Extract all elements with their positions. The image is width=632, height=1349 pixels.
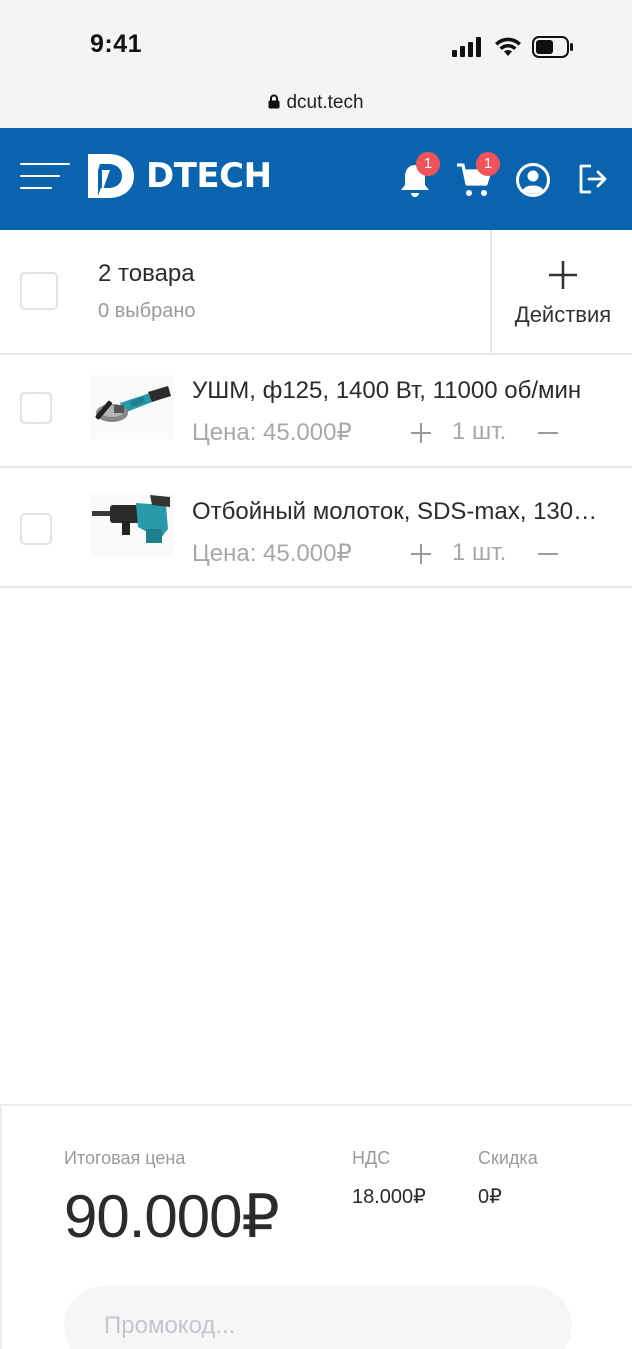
angle-grinder-image [90,375,174,439]
menu-line [20,175,60,177]
promo-code-input[interactable] [64,1286,572,1349]
item-checkbox[interactable] [20,513,52,545]
lock-icon [268,94,280,109]
user-circle-icon [516,163,550,197]
battery-icon [532,36,573,58]
address-bar[interactable]: dcut.tech [0,92,632,114]
status-icons [452,36,574,58]
cart-button[interactable]: 1 [456,152,500,203]
vat-label: НДС [352,1148,391,1168]
vat-value: 18.000₽ [352,1186,426,1208]
minus-icon[interactable] [537,422,559,444]
notifications-button[interactable]: 1 [398,152,440,203]
total-value: 90.000₽ [64,1183,280,1250]
cart-badge: 1 [476,152,500,176]
demolition-hammer-image [90,493,174,557]
logout-icon [579,164,607,194]
item-quantity: 1 шт. [452,539,507,566]
minus-icon[interactable] [537,543,559,565]
cart-item: Отбойный молоток, SDS-max, 1300 Вт Цена:… [0,468,632,588]
app-header: DTECH 1 1 [0,128,632,230]
items-count: 2 товара [98,260,195,287]
wifi-icon [495,37,521,56]
logo-mark-icon [88,154,134,198]
cart-item: УШМ, ф125, 1400 Вт, 11000 об/мин Цена: 4… [0,355,632,468]
total-label: Итоговая цена [64,1148,186,1168]
status-time: 9:41 [90,30,143,58]
notifications-badge: 1 [416,152,440,176]
signal-icon [452,37,481,57]
menu-line [20,187,52,189]
url-text: dcut.tech [286,92,364,113]
actions-label: Действия [514,302,612,327]
item-quantity: 1 шт. [452,418,507,445]
logo-text: DTECH [146,156,272,196]
status-bar: 9:41 dcut.tech [0,0,632,128]
cart-toolbar: 2 товара 0 выбрано Действия [0,230,632,355]
profile-button[interactable] [515,162,551,203]
menu-button[interactable] [20,160,70,190]
plus-icon[interactable] [410,422,432,444]
selected-count: 0 выбрано [98,300,196,322]
menu-line [20,163,70,165]
logo[interactable]: DTECH [88,154,272,198]
select-all-checkbox[interactable] [20,272,58,310]
item-price: Цена: 45.000₽ [192,419,352,446]
order-summary: Итоговая цена 90.000₽ НДС 18.000₽ Скидка… [0,1104,632,1349]
actions-button[interactable]: Действия [490,230,632,353]
plus-icon[interactable] [410,543,432,565]
discount-value: 0₽ [478,1186,502,1208]
discount-label: Скидка [478,1148,538,1168]
plus-icon [549,261,577,289]
item-title[interactable]: Отбойный молоток, SDS-max, 1300 Вт [192,498,608,526]
item-checkbox[interactable] [20,392,52,424]
logout-button[interactable] [578,162,608,201]
item-price: Цена: 45.000₽ [192,540,352,567]
item-title[interactable]: УШМ, ф125, 1400 Вт, 11000 об/мин [192,377,608,405]
